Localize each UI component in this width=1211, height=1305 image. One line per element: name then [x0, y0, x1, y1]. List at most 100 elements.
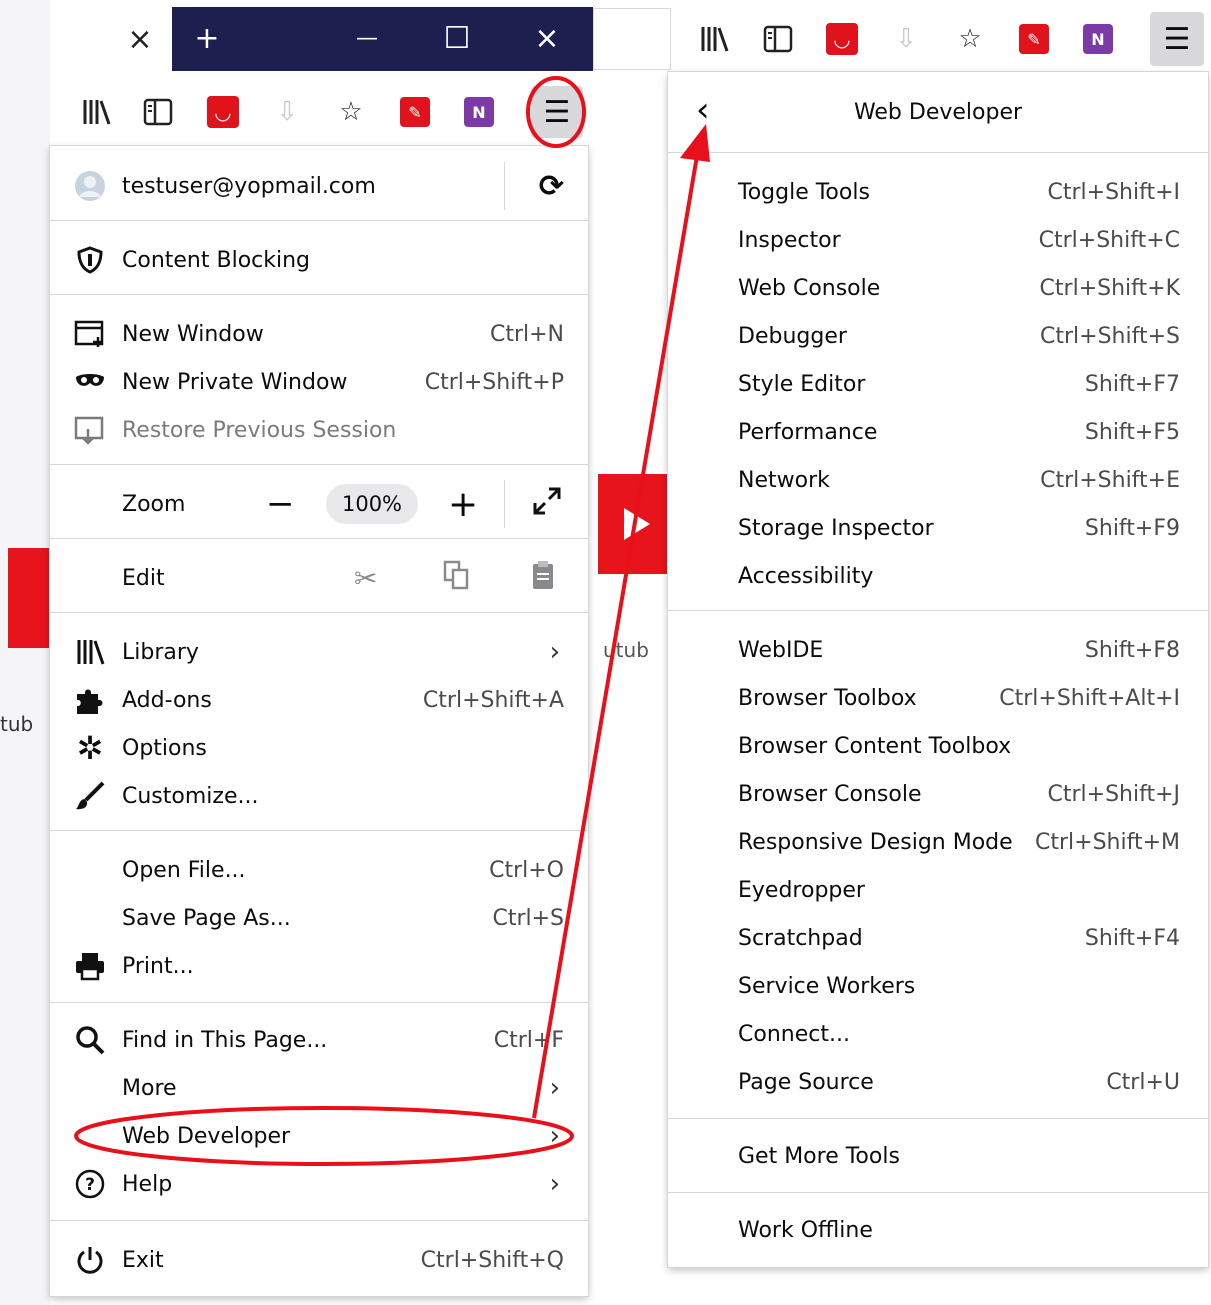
shortcut: Ctrl+Shift+Alt+I — [999, 685, 1180, 711]
zoom-label: Zoom — [122, 491, 186, 517]
youtube-thumbnail — [8, 548, 52, 648]
dev-item-connect[interactable]: Connect... — [738, 1010, 1180, 1058]
fullscreen-icon[interactable] — [532, 486, 562, 522]
shortcut: Ctrl+Shift+S — [1040, 323, 1180, 349]
open-file-item[interactable]: Open File... Ctrl+O — [50, 846, 588, 894]
dev-item-style-editor[interactable]: Style Editor Shift+F7 — [738, 360, 1180, 408]
zoom-reset-button[interactable]: 100% — [326, 484, 418, 524]
dev-item-browser-console[interactable]: Browser Console Ctrl+Shift+J — [738, 770, 1180, 818]
new-private-window-item[interactable]: New Private Window Ctrl+Shift+P — [50, 358, 588, 406]
library-item[interactable]: Library › — [50, 628, 588, 676]
bookmark-star-icon[interactable]: ☆ — [331, 92, 371, 132]
sync-icon[interactable]: ⟳ — [539, 169, 564, 204]
shortcut: Ctrl+Shift+C — [1038, 227, 1180, 253]
library-icon[interactable] — [76, 92, 116, 132]
content-blocking-item[interactable]: Content Blocking — [50, 236, 588, 284]
dev-item-service-workers[interactable]: Service Workers — [738, 962, 1180, 1010]
restore-session-label: Restore Previous Session — [122, 417, 397, 443]
pocket-icon[interactable]: ◡ — [203, 92, 243, 132]
new-window-item[interactable]: New Window Ctrl+N — [50, 310, 588, 358]
dev-item-label: Accessibility — [738, 563, 874, 589]
svg-text:?: ? — [85, 1175, 95, 1195]
dev-item-accessibility[interactable]: Accessibility — [738, 552, 1180, 600]
dev-item-label: Service Workers — [738, 973, 916, 999]
more-item[interactable]: More › — [50, 1064, 588, 1112]
dev-item-label: Work Offline — [738, 1217, 873, 1243]
download-icon[interactable]: ⇩ — [886, 19, 926, 59]
close-window-button[interactable]: × — [512, 7, 582, 71]
paste-icon[interactable] — [530, 559, 556, 597]
dev-item-get-more-tools[interactable]: Get More Tools — [738, 1132, 1180, 1180]
chevron-right-icon: › — [549, 1121, 560, 1151]
onenote-icon[interactable]: N — [1078, 19, 1118, 59]
web-developer-item[interactable]: Web Developer › — [50, 1112, 588, 1160]
hamburger-menu-button[interactable]: ☰ — [531, 86, 583, 138]
minimize-button[interactable]: — — [332, 7, 402, 71]
shortcut: Ctrl+F — [493, 1027, 564, 1053]
sidebar-icon[interactable] — [758, 19, 798, 59]
bookmark-star-icon[interactable]: ☆ — [950, 19, 990, 59]
download-icon[interactable]: ⇩ — [267, 92, 307, 132]
addons-item[interactable]: Add-ons Ctrl+Shift+A — [50, 676, 588, 724]
dev-item-storage-inspector[interactable]: Storage Inspector Shift+F9 — [738, 504, 1180, 552]
dev-item-browser-toolbox[interactable]: Browser Toolbox Ctrl+Shift+Alt+I — [738, 674, 1180, 722]
exit-item[interactable]: Exit Ctrl+Shift+Q — [50, 1236, 588, 1284]
copy-icon[interactable] — [442, 559, 470, 597]
dev-item-responsive-design-mode[interactable]: Responsive Design Mode Ctrl+Shift+M — [738, 818, 1180, 866]
panel-title: Web Developer — [853, 100, 1023, 125]
pocket-icon[interactable]: ◡ — [822, 19, 862, 59]
account-email: testuser@yopmail.com — [122, 173, 376, 199]
dev-item-webide[interactable]: WebIDE Shift+F8 — [738, 626, 1180, 674]
zoom-row: Zoom − 100% + — [50, 480, 588, 528]
save-page-item[interactable]: Save Page As... Ctrl+S — [50, 894, 588, 942]
zoom-in-button[interactable]: + — [448, 484, 478, 525]
restore-session-item[interactable]: Restore Previous Session — [50, 406, 588, 454]
dev-item-scratchpad[interactable]: Scratchpad Shift+F4 — [738, 914, 1180, 962]
zoom-out-button[interactable]: − — [266, 484, 295, 524]
dev-item-inspector[interactable]: Inspector Ctrl+Shift+C — [738, 216, 1180, 264]
dev-item-debugger[interactable]: Debugger Ctrl+Shift+S — [738, 312, 1180, 360]
cut-icon[interactable]: ✂ — [354, 562, 377, 595]
dev-item-eyedropper[interactable]: Eyedropper — [738, 866, 1180, 914]
new-window-icon — [72, 316, 108, 352]
shortcut: Shift+F5 — [1084, 419, 1180, 445]
dev-item-page-source[interactable]: Page Source Ctrl+U — [738, 1058, 1180, 1106]
shortcut: Ctrl+Shift+K — [1039, 275, 1180, 301]
dev-item-performance[interactable]: Performance Shift+F5 — [738, 408, 1180, 456]
print-item[interactable]: Print... — [50, 942, 588, 990]
dev-item-label: Browser Content Toolbox — [738, 733, 1012, 759]
dev-item-label: Get More Tools — [738, 1143, 900, 1169]
new-private-window-label: New Private Window — [122, 369, 348, 395]
print-label: Print... — [122, 953, 194, 979]
extension-red-icon[interactable]: ✎ — [395, 92, 435, 132]
find-label: Find in This Page... — [122, 1027, 328, 1053]
url-bar-edge — [593, 8, 671, 70]
dev-item-network[interactable]: Network Ctrl+Shift+E — [738, 456, 1180, 504]
maximize-button[interactable]: ☐ — [422, 7, 492, 71]
hamburger-menu-button[interactable]: ☰ — [1150, 12, 1204, 66]
library-icon — [72, 634, 108, 670]
onenote-icon[interactable]: N — [459, 92, 499, 132]
dev-item-toggle-tools[interactable]: Toggle Tools Ctrl+Shift+I — [738, 168, 1180, 216]
new-tab-button[interactable]: + — [172, 7, 242, 71]
dev-item-label: Network — [738, 467, 830, 493]
find-item[interactable]: Find in This Page... Ctrl+F — [50, 1016, 588, 1064]
extension-red-icon[interactable]: ✎ — [1014, 19, 1054, 59]
exit-label: Exit — [122, 1247, 164, 1273]
dev-item-work-offline[interactable]: Work Offline — [738, 1206, 1180, 1254]
account-row[interactable]: testuser@yopmail.com ⟳ — [50, 162, 588, 210]
save-page-label: Save Page As... — [122, 905, 291, 931]
dev-item-label: Debugger — [738, 323, 847, 349]
customize-item[interactable]: Customize... — [50, 772, 588, 820]
options-item[interactable]: ✲ Options — [50, 724, 588, 772]
dev-item-browser-content-toolbox[interactable]: Browser Content Toolbox — [738, 722, 1180, 770]
dev-item-label: Responsive Design Mode — [738, 829, 1013, 855]
help-icon: ? — [72, 1166, 108, 1202]
edit-row: Edit ✂ — [50, 554, 588, 602]
dev-item-web-console[interactable]: Web Console Ctrl+Shift+K — [738, 264, 1180, 312]
sidebar-icon[interactable] — [138, 92, 178, 132]
help-item[interactable]: ? Help › — [50, 1160, 588, 1208]
library-icon[interactable] — [694, 19, 734, 59]
shortcut: Ctrl+Shift+Q — [420, 1247, 564, 1273]
tab-close-button[interactable]: × — [110, 14, 170, 66]
